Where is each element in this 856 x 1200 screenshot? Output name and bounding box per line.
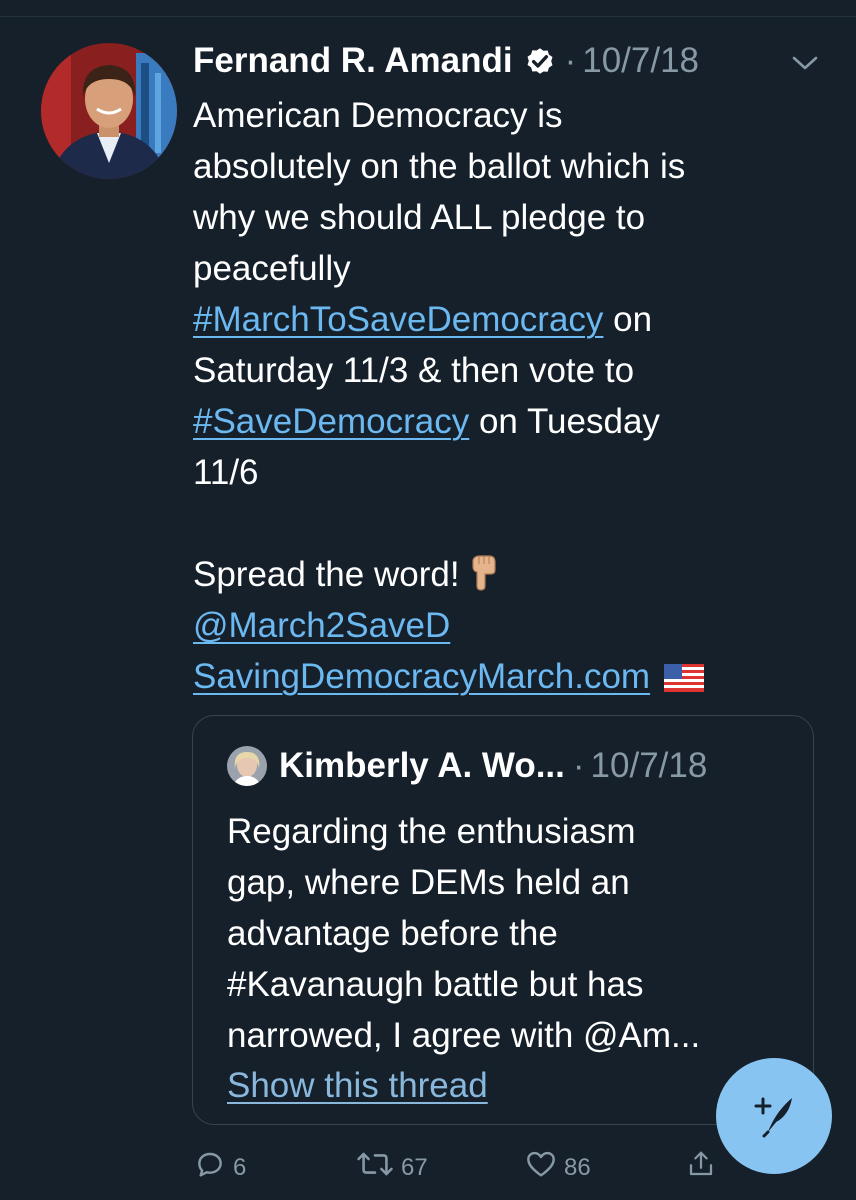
tweet-text: American Democracy is absolutely on the b…: [193, 90, 813, 702]
share-icon: [686, 1148, 722, 1187]
retweet-button[interactable]: 67: [355, 1148, 428, 1187]
quoted-header-separator: ·: [572, 746, 585, 785]
tweet-text-line: why we should ALL pledge to: [193, 192, 813, 243]
quoted-tweet-text-line: #Kavanaugh battle but has: [227, 965, 644, 1004]
compose-tweet-icon: [746, 1086, 802, 1147]
tweet-text-line: Spread the word!: [193, 549, 813, 600]
tweet-text-segment: why we should ALL pledge to: [193, 198, 646, 237]
like-button[interactable]: 86: [524, 1148, 591, 1187]
compose-tweet-button[interactable]: [716, 1058, 832, 1174]
tweet-text-line: absolutely on the ballot which is: [193, 141, 813, 192]
tweet-text-line: #SaveDemocracy on Tuesday: [193, 396, 813, 447]
like-count: 86: [564, 1153, 591, 1181]
tweet-text-segment: 11/6: [193, 453, 259, 492]
quoted-author-name: Kimberly A. Wo...: [279, 746, 565, 785]
tweet-link[interactable]: @March2SaveD: [193, 606, 450, 645]
tweet-link[interactable]: #SaveDemocracy: [193, 402, 469, 441]
quoted-tweet-text-line: narrowed, I agree with @Am...: [227, 1016, 701, 1055]
tweet-text-line: [193, 498, 813, 549]
quoted-tweet-text: Regarding the enthusiasm gap, where DEMs …: [227, 806, 797, 1061]
quoted-tweet-text-line: Regarding the enthusiasm: [227, 812, 636, 851]
retweet-count: 67: [401, 1153, 428, 1181]
tweet-text-line: Saturday 11/3 & then vote to: [193, 345, 813, 396]
tweet-text-segment: Saturday 11/3 & then vote to: [193, 351, 635, 390]
top-divider: [0, 16, 856, 17]
tweet-text-line: @March2SaveD: [193, 600, 813, 651]
reply-button[interactable]: 6: [193, 1148, 246, 1187]
tweet-text-line: 11/6: [193, 447, 813, 498]
author-avatar[interactable]: [41, 43, 177, 179]
tweet-text-segment: peacefully: [193, 249, 351, 288]
tweet-text-segment: Spread the word!: [193, 555, 470, 594]
tweet-link[interactable]: #MarchToSaveDemocracy: [193, 300, 603, 339]
quoted-tweet-date: 10/7/18: [590, 746, 708, 785]
quoted-tweet-text-line: gap, where DEMs held an: [227, 863, 630, 902]
quoted-tweet[interactable]: Kimberly A. Wo... · 10/7/18 Regarding th…: [192, 715, 814, 1125]
tweet-text-segment: on: [603, 300, 653, 339]
reply-icon: [193, 1148, 233, 1187]
tweet-action-bar: 6 67 86: [0, 1148, 856, 1188]
tweet-text-line: peacefully: [193, 243, 813, 294]
tweet-text-segment: American Democracy is: [193, 96, 563, 135]
verified-badge-icon: [523, 44, 557, 78]
quoted-author-avatar: [227, 746, 267, 786]
tweet-text-line: #MarchToSaveDemocracy on: [193, 294, 813, 345]
share-button[interactable]: [686, 1148, 722, 1187]
quoted-tweet-header: Kimberly A. Wo... · 10/7/18: [227, 743, 707, 789]
tweet-text-line: SavingDemocracyMarch.com: [193, 651, 813, 702]
chevron-down-icon[interactable]: [790, 50, 820, 74]
quoted-tweet-text-line: advantage before the: [227, 914, 558, 953]
tweet-date[interactable]: 10/7/18: [582, 41, 699, 81]
author-name[interactable]: Fernand R. Amandi: [193, 41, 513, 81]
retweet-icon: [355, 1148, 401, 1187]
header-separator: ·: [564, 41, 577, 80]
tweet-text-segment: absolutely on the ballot which is: [193, 147, 686, 186]
tweet-header: Fernand R. Amandi · 10/7/18: [193, 38, 833, 84]
show-thread-link[interactable]: Show this thread: [227, 1066, 488, 1106]
tweet-link[interactable]: SavingDemocracyMarch.com: [193, 657, 650, 696]
us-flag-emoji-icon: [664, 655, 705, 692]
reply-count: 6: [233, 1153, 247, 1181]
heart-icon: [524, 1148, 564, 1187]
tweet-text-line: American Democracy is: [193, 90, 813, 141]
pointing-down-emoji-icon: [469, 552, 499, 592]
tweet-text-segment: on Tuesday: [469, 402, 660, 441]
